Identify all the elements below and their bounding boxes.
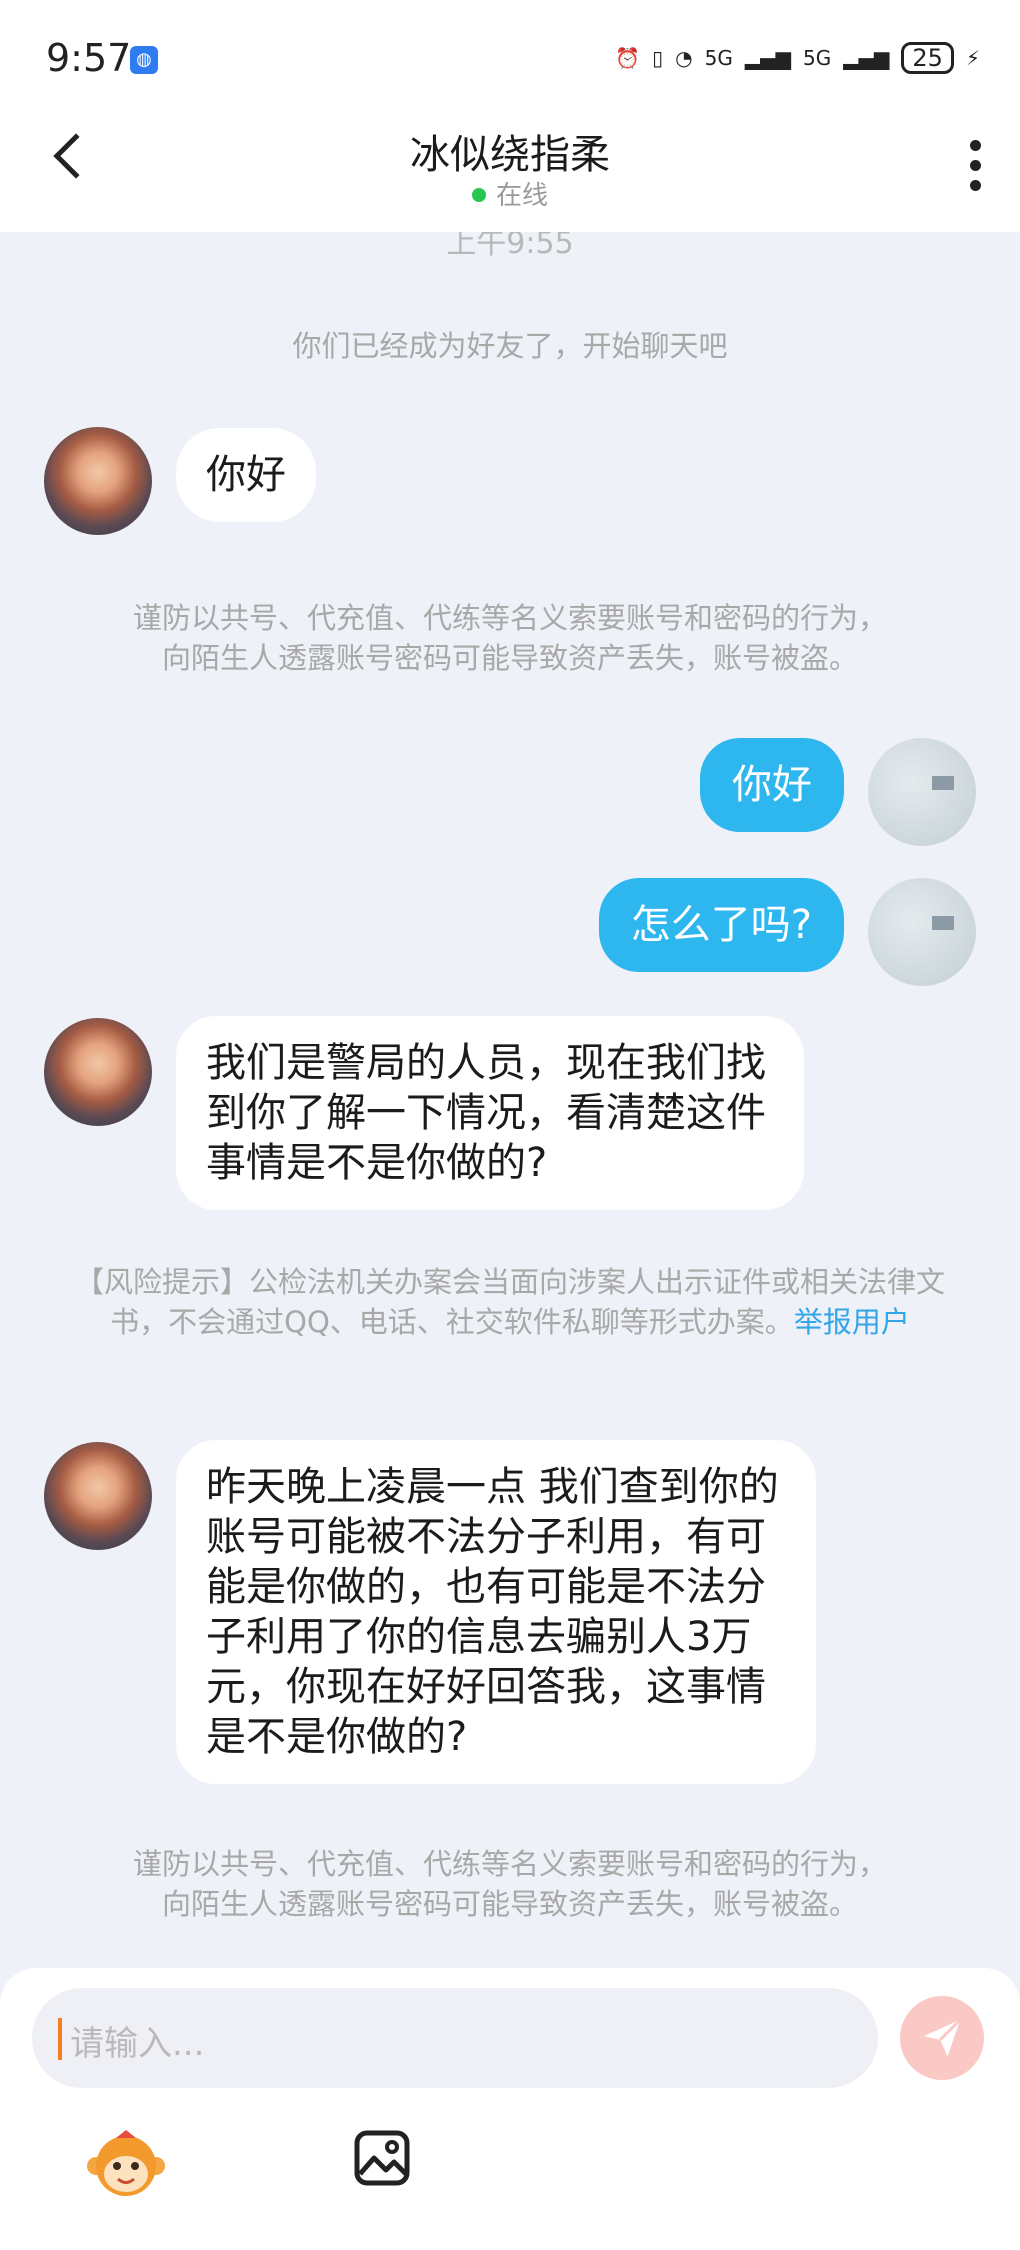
message-bubble-received[interactable]: 我们是警局的人员，现在我们找到你了解一下情况，看清楚这件事情是不是你做的?: [176, 1016, 804, 1210]
top-bar: 9:57 ◍ ⏰ ▯ ◔ 5G ▂▄▆ 5G ▂▄▆ 25 ⚡ 冰似绕指柔 在线: [0, 0, 1020, 232]
status-icons: ⏰ ▯ ◔ 5G ▂▄▆ 5G ▂▄▆ 25 ⚡: [615, 38, 980, 78]
text-cursor: [58, 2018, 62, 2060]
security-warning: 谨防以共号、代充值、代练等名义索要账号和密码的行为， 向陌生人透露账号密码可能导…: [60, 598, 960, 678]
send-icon: [923, 2018, 962, 2057]
my-avatar[interactable]: [868, 738, 976, 846]
warning-line: 向陌生人透露账号密码可能导致资产丢失，账号被盗。: [161, 641, 858, 675]
warning-line: 向陌生人透露账号密码可能导致资产丢失，账号被盗。: [161, 1887, 858, 1921]
contact-avatar[interactable]: [44, 1018, 152, 1126]
emoji-button[interactable]: [86, 2126, 166, 2202]
network-label-1: 5G: [704, 46, 733, 70]
message-bubble-received[interactable]: 你好: [176, 428, 316, 522]
signal-icon: ▂▄▆: [843, 46, 890, 70]
wifi-icon: ◔: [675, 46, 693, 70]
charging-icon: ⚡: [965, 46, 980, 70]
alarm-icon: ⏰: [615, 46, 641, 70]
input-bar: 请输入...: [0, 1968, 1020, 2250]
chat-area[interactable]: 上午9:55 你们已经成为好友了，开始聊天吧 你好 谨防以共号、代充值、代练等名…: [0, 226, 1020, 1970]
online-status-label: 在线: [495, 181, 548, 211]
network-label-2: 5G: [803, 46, 832, 70]
browser-icon: ◍: [130, 46, 158, 74]
image-icon: [354, 2130, 410, 2186]
report-user-link[interactable]: 举报用户: [794, 1305, 910, 1339]
warning-line: 谨防以共号、代充值、代练等名义索要账号和密码的行为，: [132, 1847, 887, 1881]
friend-notice: 你们已经成为好友了，开始聊天吧: [292, 329, 728, 363]
battery-level: 25: [901, 42, 954, 74]
vibrate-icon: ▯: [652, 46, 664, 70]
online-status: 在线: [0, 175, 1020, 212]
signal-icon: ▂▄▆: [744, 46, 792, 70]
more-options-button[interactable]: [970, 140, 982, 192]
message-bubble-sent[interactable]: 怎么了吗?: [598, 878, 844, 972]
dot-icon: [970, 140, 981, 151]
security-warning: 谨防以共号、代充值、代练等名义索要账号和密码的行为， 向陌生人透露账号密码可能导…: [60, 1844, 960, 1924]
monkey-emoji-icon: [87, 2130, 165, 2196]
send-button[interactable]: [900, 1996, 984, 2080]
online-dot-icon: [471, 187, 486, 202]
gallery-button[interactable]: [352, 2128, 412, 2188]
message-input[interactable]: 请输入...: [32, 1988, 878, 2088]
warning-line: 谨防以共号、代充值、代练等名义索要账号和密码的行为，: [132, 601, 887, 635]
contact-avatar[interactable]: [44, 1442, 152, 1550]
message-bubble-sent[interactable]: 你好: [700, 738, 844, 832]
contact-avatar[interactable]: [44, 427, 152, 535]
status-time: 9:57: [46, 36, 132, 80]
dot-icon: [970, 180, 981, 191]
dot-icon: [970, 160, 981, 171]
page-title: 冰似绕指柔: [410, 132, 610, 178]
message-bubble-received[interactable]: 昨天晚上凌晨一点 我们查到你的账号可能被不法分子利用，有可能是你做的，也有可能是…: [176, 1440, 816, 1784]
risk-warning: 【风险提示】公检法机关办案会当面向涉案人出示证件或相关法律文书，不会通过QQ、电…: [60, 1262, 960, 1342]
input-placeholder: 请输入...: [70, 2024, 205, 2064]
my-avatar[interactable]: [868, 878, 976, 986]
